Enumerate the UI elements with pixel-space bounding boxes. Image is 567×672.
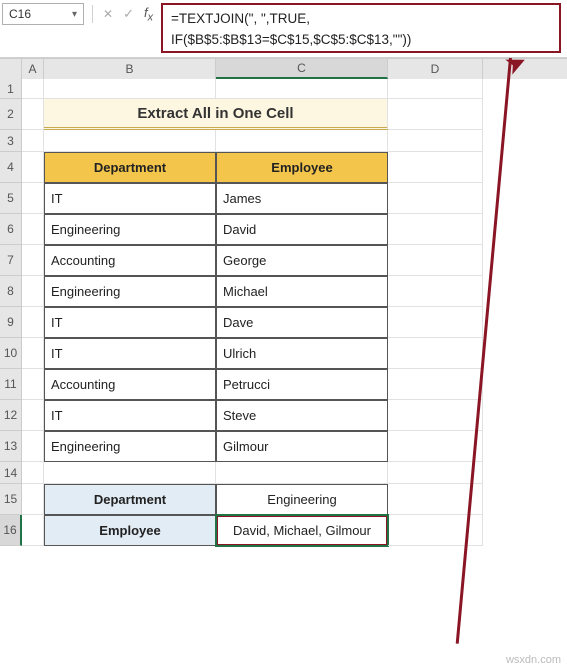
- cell-b13[interactable]: Engineering: [44, 431, 216, 462]
- separator: [92, 5, 93, 23]
- cell-a11[interactable]: [22, 369, 44, 400]
- spreadsheet-grid[interactable]: ➤ A B C D 1 2 Extract All in One Cell 3: [0, 58, 567, 546]
- row-header-6[interactable]: 6: [0, 214, 22, 245]
- cell-c5[interactable]: James: [216, 183, 388, 214]
- cell-a10[interactable]: [22, 338, 44, 369]
- cell-c13[interactable]: Gilmour: [216, 431, 388, 462]
- cell-a13[interactable]: [22, 431, 44, 462]
- cell-b7[interactable]: Accounting: [44, 245, 216, 276]
- watermark: wsxdn.com: [506, 654, 561, 666]
- cell-a2[interactable]: [22, 99, 44, 130]
- row-header-3[interactable]: 3: [0, 130, 22, 152]
- cell-a16[interactable]: [22, 515, 44, 546]
- name-box-value: C16: [9, 7, 31, 21]
- cell-d5[interactable]: [388, 183, 483, 214]
- cell-d4[interactable]: [388, 152, 483, 183]
- row-header-7[interactable]: 7: [0, 245, 22, 276]
- cell-a9[interactable]: [22, 307, 44, 338]
- cell-b9[interactable]: IT: [44, 307, 216, 338]
- formula-bar[interactable]: =TEXTJOIN(", ",TRUE, IF($B$5:$B$13=$C$15…: [161, 3, 561, 53]
- formula-line-2: IF($B$5:$B$13=$C$15,$C$5:$C$13,"")): [171, 32, 411, 47]
- cell-a14[interactable]: [22, 462, 44, 484]
- cell-a4[interactable]: [22, 152, 44, 183]
- row-header-12[interactable]: 12: [0, 400, 22, 431]
- filter-emp-value[interactable]: David, Michael, Gilmour: [216, 515, 388, 546]
- cell-d10[interactable]: [388, 338, 483, 369]
- cell-b10[interactable]: IT: [44, 338, 216, 369]
- cell-d15[interactable]: [388, 484, 483, 515]
- cell-a5[interactable]: [22, 183, 44, 214]
- filter-emp-label[interactable]: Employee: [44, 515, 216, 546]
- cell-a8[interactable]: [22, 276, 44, 307]
- confirm-icon[interactable]: ✓: [123, 6, 134, 22]
- cell-a3[interactable]: [22, 130, 44, 152]
- cell-d8[interactable]: [388, 276, 483, 307]
- cell-c10[interactable]: Ulrich: [216, 338, 388, 369]
- cell-d2[interactable]: [388, 99, 483, 130]
- cell-c1[interactable]: [216, 79, 388, 99]
- fx-icon[interactable]: fx: [144, 5, 153, 24]
- cell-b5[interactable]: IT: [44, 183, 216, 214]
- row-header-14[interactable]: 14: [0, 462, 22, 484]
- cell-a6[interactable]: [22, 214, 44, 245]
- filter-dept-value[interactable]: Engineering: [216, 484, 388, 515]
- row-header-16[interactable]: 16: [0, 515, 22, 546]
- row-header-4[interactable]: 4: [0, 152, 22, 183]
- cell-d14[interactable]: [388, 462, 483, 484]
- row-header-8[interactable]: 8: [0, 276, 22, 307]
- cell-d9[interactable]: [388, 307, 483, 338]
- cell-c12[interactable]: Steve: [216, 400, 388, 431]
- row-header-9[interactable]: 9: [0, 307, 22, 338]
- table-header-dept[interactable]: Department: [44, 152, 216, 183]
- cell-d13[interactable]: [388, 431, 483, 462]
- cell-a12[interactable]: [22, 400, 44, 431]
- cell-d6[interactable]: [388, 214, 483, 245]
- select-all-corner[interactable]: [0, 59, 22, 79]
- cell-c3[interactable]: [216, 130, 388, 152]
- cell-a7[interactable]: [22, 245, 44, 276]
- cell-d7[interactable]: [388, 245, 483, 276]
- cell-c11[interactable]: Petrucci: [216, 369, 388, 400]
- col-header-b[interactable]: B: [44, 59, 216, 79]
- cell-c6[interactable]: David: [216, 214, 388, 245]
- cell-d1[interactable]: [388, 79, 483, 99]
- row-header-2[interactable]: 2: [0, 99, 22, 130]
- filter-dept-label[interactable]: Department: [44, 484, 216, 515]
- cell-c14[interactable]: [216, 462, 388, 484]
- page-title[interactable]: Extract All in One Cell: [44, 99, 388, 130]
- cell-d12[interactable]: [388, 400, 483, 431]
- row-header-15[interactable]: 15: [0, 484, 22, 515]
- cell-c9[interactable]: Dave: [216, 307, 388, 338]
- formula-line-1: =TEXTJOIN(", ",TRUE,: [171, 11, 310, 26]
- row-header-11[interactable]: 11: [0, 369, 22, 400]
- chevron-down-icon[interactable]: ▾: [72, 9, 77, 20]
- col-header-c[interactable]: C: [216, 59, 388, 79]
- cell-b11[interactable]: Accounting: [44, 369, 216, 400]
- cell-d11[interactable]: [388, 369, 483, 400]
- cell-a1[interactable]: [22, 79, 44, 99]
- col-header-d[interactable]: D: [388, 59, 483, 79]
- table-header-emp[interactable]: Employee: [216, 152, 388, 183]
- cell-a15[interactable]: [22, 484, 44, 515]
- row-header-13[interactable]: 13: [0, 431, 22, 462]
- cell-c8[interactable]: Michael: [216, 276, 388, 307]
- name-box[interactable]: C16 ▾: [2, 3, 84, 25]
- cell-d16[interactable]: [388, 515, 483, 546]
- cell-b1[interactable]: [44, 79, 216, 99]
- cell-c7[interactable]: George: [216, 245, 388, 276]
- cell-d3[interactable]: [388, 130, 483, 152]
- row-header-5[interactable]: 5: [0, 183, 22, 214]
- cell-b3[interactable]: [44, 130, 216, 152]
- cell-b8[interactable]: Engineering: [44, 276, 216, 307]
- cancel-icon[interactable]: ✕: [103, 7, 113, 21]
- cell-b12[interactable]: IT: [44, 400, 216, 431]
- cell-b14[interactable]: [44, 462, 216, 484]
- row-header-1[interactable]: 1: [0, 79, 22, 99]
- cell-b6[interactable]: Engineering: [44, 214, 216, 245]
- row-header-10[interactable]: 10: [0, 338, 22, 369]
- col-header-a[interactable]: A: [22, 59, 44, 79]
